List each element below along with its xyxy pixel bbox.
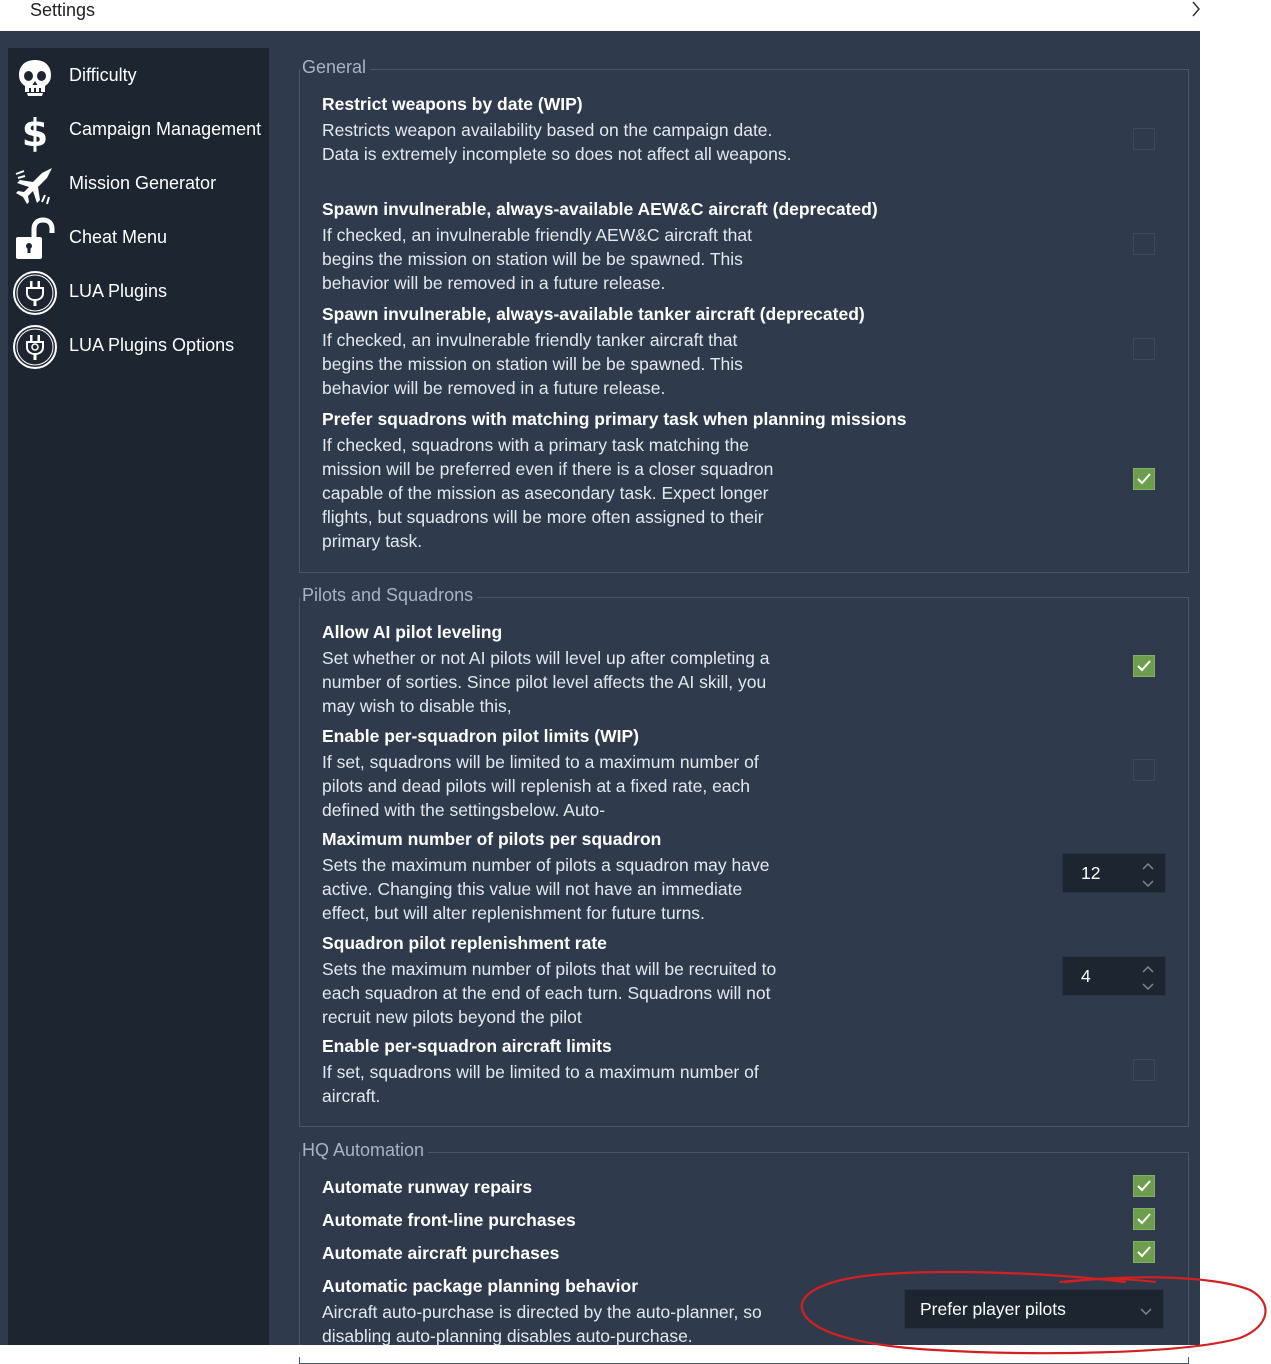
setting-title: Spawn invulnerable, always-available AEW… [322, 199, 878, 219]
setting-description: If checked, an invulnerable friendly tan… [322, 330, 743, 398]
skull-icon [12, 54, 58, 100]
setting-title: Automate aircraft purchases [322, 1243, 560, 1263]
setting-title: Allow AI pilot leveling [322, 622, 503, 642]
replenishment-rate-spinbox[interactable]: 4 [1062, 956, 1166, 996]
setting-description: Restricts weapon availability based on t… [322, 120, 792, 164]
jet-icon [12, 162, 58, 208]
svg-text:$: $ [22, 111, 48, 154]
sidebar-item-label: Mission Generator [69, 173, 217, 193]
automate-runway-checkbox[interactable] [1133, 1175, 1155, 1197]
window-title: Settings [30, 0, 96, 20]
setting-title: Spawn invulnerable, always-available tan… [322, 304, 865, 324]
sidebar-item-label: LUA Plugins Options [69, 335, 235, 355]
sidebar-item-label: Difficulty [69, 65, 137, 85]
sidebar-item-label: LUA Plugins [69, 281, 168, 301]
setting-replenishment-rate: Squadron pilot replenishment rate Sets t… [322, 933, 1182, 1029]
chevron-down-icon[interactable] [1141, 979, 1155, 991]
checkmark-icon [1137, 1246, 1151, 1258]
title-bar: Settings [0, 0, 1271, 31]
setting-title: Enable per-squadron pilot limits (WIP) [322, 726, 639, 746]
setting-title: Automatic package planning behavior [322, 1276, 639, 1296]
pilots-squadrons-group: Pilots and Squadrons Allow AI pilot leve… [299, 585, 1189, 1127]
setting-title: Maximum number of pilots per squadron [322, 829, 662, 849]
package-planning-dropdown[interactable]: Prefer player pilots [904, 1289, 1164, 1329]
group-title: Pilots and Squadrons [300, 585, 478, 606]
chevron-down-icon [1139, 1304, 1153, 1316]
spinbox-value: 4 [1081, 966, 1091, 986]
dollar-icon: $ [12, 108, 58, 155]
setting-title: Prefer squadrons with matching primary t… [322, 409, 907, 429]
setting-title: Automate runway repairs [322, 1177, 533, 1197]
setting-max-pilots: Maximum number of pilots per squadron Se… [322, 829, 1182, 925]
max-pilots-spinbox[interactable]: 12 [1062, 853, 1166, 893]
group-title: General [300, 57, 371, 78]
plug-settings-icon [12, 324, 58, 370]
sidebar-item-difficulty[interactable]: Difficulty [8, 50, 269, 104]
unlock-icon [12, 216, 58, 262]
setting-description: If checked, squadrons with a primary tas… [322, 435, 774, 551]
hq-automation-group: HQ Automation Automate runway repairs Au… [299, 1140, 1189, 1364]
setting-description: Aircraft auto-purchase is directed by th… [322, 1302, 762, 1346]
group-title: HQ Automation [300, 1140, 429, 1161]
setting-spawn-tanker: Spawn invulnerable, always-available tan… [322, 304, 1182, 400]
setting-description: Set whether or not AI pilots will level … [322, 648, 770, 716]
checkmark-icon [1137, 1180, 1151, 1192]
setting-ai-pilot-leveling: Allow AI pilot leveling Set whether or n… [322, 622, 1182, 718]
restrict-weapons-checkbox[interactable] [1133, 128, 1155, 150]
checkmark-icon [1137, 473, 1151, 485]
chevron-down-icon[interactable] [1141, 876, 1155, 888]
setting-automate-frontline: Automate front-line purchases [322, 1210, 1182, 1234]
setting-description: If set, squadrons will be limited to a m… [322, 752, 759, 820]
sidebar-item-cheat-menu[interactable]: Cheat Menu [8, 212, 269, 266]
setting-aircraft-limits: Enable per-squadron aircraft limits If s… [322, 1036, 1182, 1108]
sidebar-item-label: Campaign Management [69, 119, 262, 139]
sidebar-item-lua-plugins[interactable]: LUA Plugins [8, 266, 269, 320]
checkmark-icon [1137, 1213, 1151, 1225]
automate-frontline-checkbox[interactable] [1133, 1208, 1155, 1230]
automate-aircraft-checkbox[interactable] [1133, 1241, 1155, 1263]
general-group: General Restrict weapons by date (WIP) R… [299, 57, 1189, 573]
setting-title: Enable per-squadron aircraft limits [322, 1036, 612, 1056]
pilot-limits-checkbox[interactable] [1133, 759, 1155, 781]
sidebar-item-campaign-management[interactable]: $ Campaign Management [8, 104, 269, 158]
plug-icon [12, 270, 58, 316]
setting-description: If set, squadrons will be limited to a m… [322, 1062, 759, 1106]
spawn-tanker-checkbox[interactable] [1133, 338, 1155, 360]
setting-title: Squadron pilot replenishment rate [322, 933, 607, 953]
ai-pilot-leveling-checkbox[interactable] [1133, 655, 1155, 677]
chevron-right-icon[interactable] [1186, 0, 1204, 18]
setting-automate-aircraft: Automate aircraft purchases [322, 1243, 1182, 1267]
bottom-margin [0, 1345, 1271, 1357]
setting-title: Automate front-line purchases [322, 1210, 576, 1230]
setting-title: Restrict weapons by date (WIP) [322, 94, 583, 114]
spinbox-value: 12 [1081, 863, 1101, 883]
chevron-up-icon[interactable] [1141, 858, 1155, 870]
setting-description: Sets the maximum number of pilots a squa… [322, 855, 770, 923]
setting-restrict-weapons: Restrict weapons by date (WIP) Restricts… [322, 94, 1182, 190]
setting-description: If checked, an invulnerable friendly AEW… [322, 225, 752, 293]
sidebar-item-mission-generator[interactable]: Mission Generator [8, 158, 269, 212]
setting-description: Sets the maximum number of pilots that w… [322, 959, 777, 1027]
sidebar-item-lua-plugins-options[interactable]: LUA Plugins Options [8, 320, 269, 374]
setting-prefer-squadrons: Prefer squadrons with matching primary t… [322, 409, 1182, 559]
setting-pilot-limits: Enable per-squadron pilot limits (WIP) I… [322, 726, 1182, 822]
setting-automate-runway: Automate runway repairs [322, 1177, 1182, 1201]
aircraft-limits-checkbox[interactable] [1133, 1059, 1155, 1081]
chevron-up-icon[interactable] [1141, 961, 1155, 973]
prefer-squadrons-checkbox[interactable] [1133, 468, 1155, 490]
setting-spawn-awacs: Spawn invulnerable, always-available AEW… [322, 199, 1182, 295]
spawn-awacs-checkbox[interactable] [1133, 233, 1155, 255]
sidebar: Difficulty $ Campaign Management Mission… [8, 48, 269, 1345]
dropdown-value: Prefer player pilots [920, 1299, 1066, 1319]
checkmark-icon [1137, 660, 1151, 672]
sidebar-item-label: Cheat Menu [69, 227, 168, 247]
